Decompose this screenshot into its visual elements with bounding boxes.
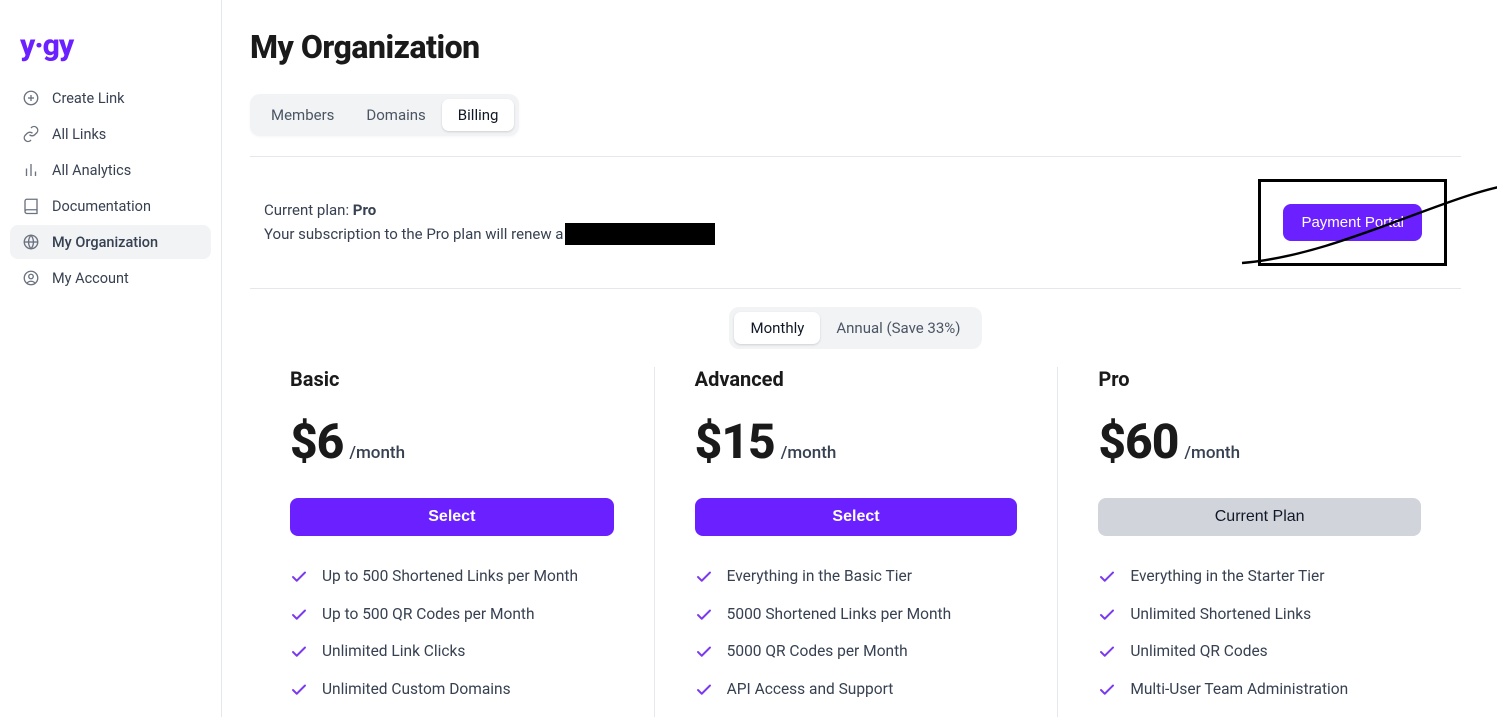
org-tabs: Members Domains Billing bbox=[250, 94, 519, 136]
feature-item: Everything in the Basic Tier bbox=[695, 566, 1018, 588]
feature-item: Unlimited Shortened Links bbox=[1098, 604, 1421, 626]
page-title: My Organization bbox=[250, 28, 1461, 66]
globe-icon bbox=[22, 233, 40, 251]
feature-text: Unlimited QR Codes bbox=[1130, 641, 1267, 663]
main-content: My Organization Members Domains Billing … bbox=[222, 0, 1497, 717]
pricing-grid: Basic $6 /month Select Up to 500 Shorten… bbox=[250, 367, 1461, 717]
nav-item-label: All Analytics bbox=[52, 162, 131, 179]
feature-item: 5000 Shortened Links per Month bbox=[695, 604, 1018, 626]
renewal-line: Your subscription to the Pro plan will r… bbox=[264, 223, 715, 245]
feature-item: Unlimited Custom Domains bbox=[290, 679, 614, 701]
feature-list: Up to 500 Shortened Links per Month Up t… bbox=[290, 566, 614, 717]
brand-logo: y·gy bbox=[10, 28, 211, 81]
feature-text: Unlimited Custom Domains bbox=[322, 679, 511, 701]
price-line: $60 /month bbox=[1098, 413, 1421, 470]
check-icon bbox=[695, 606, 713, 624]
check-icon bbox=[1098, 568, 1116, 586]
renewal-text: Your subscription to the Pro plan will r… bbox=[264, 225, 563, 243]
billing-period-row: Monthly Annual (Save 33%) bbox=[250, 289, 1461, 367]
plan-name: Pro bbox=[1098, 367, 1421, 391]
tab-domains[interactable]: Domains bbox=[350, 99, 441, 131]
plus-circle-icon bbox=[22, 89, 40, 107]
feature-text: Everything in the Basic Tier bbox=[727, 566, 912, 588]
nav-item-label: Create Link bbox=[52, 90, 125, 107]
plan-card-pro: Pro $60 /month Current Plan Everything i… bbox=[1057, 367, 1461, 717]
check-icon bbox=[290, 568, 308, 586]
check-icon bbox=[1098, 681, 1116, 699]
price: $60 bbox=[1098, 413, 1178, 470]
payment-portal-highlight-box: Payment Portal bbox=[1258, 179, 1447, 266]
plan-card-advanced: Advanced $15 /month Select Everything in… bbox=[654, 367, 1058, 717]
check-icon bbox=[1098, 643, 1116, 661]
feature-text: Everything in the Starter Tier bbox=[1130, 566, 1324, 588]
price: $15 bbox=[695, 413, 775, 470]
feature-item: Multi-User Team Administration bbox=[1098, 679, 1421, 701]
period-monthly[interactable]: Monthly bbox=[734, 312, 820, 344]
period-annual[interactable]: Annual (Save 33%) bbox=[820, 312, 976, 344]
current-plan-button: Current Plan bbox=[1098, 498, 1421, 536]
plan-name: Basic bbox=[290, 367, 614, 391]
payment-portal-button[interactable]: Payment Portal bbox=[1283, 204, 1422, 241]
feature-item: API Access and Support bbox=[695, 679, 1018, 701]
nav-item-label: My Organization bbox=[52, 234, 158, 251]
billing-period-toggle: Monthly Annual (Save 33%) bbox=[729, 307, 981, 349]
tab-members[interactable]: Members bbox=[255, 99, 350, 131]
current-plan-prefix: Current plan: bbox=[264, 201, 353, 219]
feature-text: Unlimited Shortened Links bbox=[1130, 604, 1311, 626]
check-icon bbox=[290, 606, 308, 624]
feature-text: API Access and Support bbox=[727, 679, 894, 701]
check-icon bbox=[1098, 606, 1116, 624]
feature-item: 5000 QR Codes per Month bbox=[695, 641, 1018, 663]
nav-documentation[interactable]: Documentation bbox=[10, 189, 211, 223]
plan-name: Advanced bbox=[695, 367, 1018, 391]
nav-item-label: My Account bbox=[52, 270, 129, 287]
check-icon bbox=[695, 681, 713, 699]
feature-item: Unlimited Link Clicks bbox=[290, 641, 614, 663]
feature-text: Unlimited Link Clicks bbox=[322, 641, 465, 663]
price-line: $6 /month bbox=[290, 413, 614, 470]
current-plan-row: Current plan: Pro Your subscription to t… bbox=[250, 157, 1461, 289]
link-icon bbox=[22, 125, 40, 143]
nav-all-analytics[interactable]: All Analytics bbox=[10, 153, 211, 187]
nav-create-link[interactable]: Create Link bbox=[10, 81, 211, 115]
feature-list: Everything in the Basic Tier 5000 Shorte… bbox=[695, 566, 1018, 717]
price-line: $15 /month bbox=[695, 413, 1018, 470]
nav-my-account[interactable]: My Account bbox=[10, 261, 211, 295]
current-plan-info: Current plan: Pro Your subscription to t… bbox=[264, 201, 715, 245]
nav-list: Create Link All Links All Analytics Docu… bbox=[10, 81, 211, 295]
check-icon bbox=[695, 643, 713, 661]
feature-item: Up to 500 QR Codes per Month bbox=[290, 604, 614, 626]
price-period: /month bbox=[349, 443, 405, 463]
check-icon bbox=[695, 568, 713, 586]
tab-billing[interactable]: Billing bbox=[442, 99, 515, 131]
feature-text: Up to 500 Shortened Links per Month bbox=[322, 566, 578, 588]
current-plan-name: Pro bbox=[353, 201, 376, 219]
bar-chart-icon bbox=[22, 161, 40, 179]
price-period: /month bbox=[1184, 443, 1240, 463]
user-circle-icon bbox=[22, 269, 40, 287]
feature-text: Up to 500 QR Codes per Month bbox=[322, 604, 535, 626]
feature-item: Unlimited QR Codes bbox=[1098, 641, 1421, 663]
nav-all-links[interactable]: All Links bbox=[10, 117, 211, 151]
check-icon bbox=[290, 681, 308, 699]
sidebar: y·gy Create Link All Links All Analytics… bbox=[0, 0, 222, 717]
redacted-date bbox=[565, 223, 715, 245]
select-basic-button[interactable]: Select bbox=[290, 498, 614, 536]
nav-item-label: Documentation bbox=[52, 198, 151, 215]
feature-list: Everything in the Starter Tier Unlimited… bbox=[1098, 566, 1421, 701]
feature-item: Up to 500 Shortened Links per Month bbox=[290, 566, 614, 588]
book-icon bbox=[22, 197, 40, 215]
feature-text: Multi-User Team Administration bbox=[1130, 679, 1348, 701]
nav-item-label: All Links bbox=[52, 126, 106, 143]
nav-my-organization[interactable]: My Organization bbox=[10, 225, 211, 259]
price: $6 bbox=[290, 413, 343, 470]
feature-item: Everything in the Starter Tier bbox=[1098, 566, 1421, 588]
price-period: /month bbox=[781, 443, 837, 463]
select-advanced-button[interactable]: Select bbox=[695, 498, 1018, 536]
feature-text: 5000 QR Codes per Month bbox=[727, 641, 908, 663]
current-plan-line: Current plan: Pro bbox=[264, 201, 715, 219]
check-icon bbox=[290, 643, 308, 661]
plan-card-basic: Basic $6 /month Select Up to 500 Shorten… bbox=[250, 367, 654, 717]
feature-text: 5000 Shortened Links per Month bbox=[727, 604, 952, 626]
